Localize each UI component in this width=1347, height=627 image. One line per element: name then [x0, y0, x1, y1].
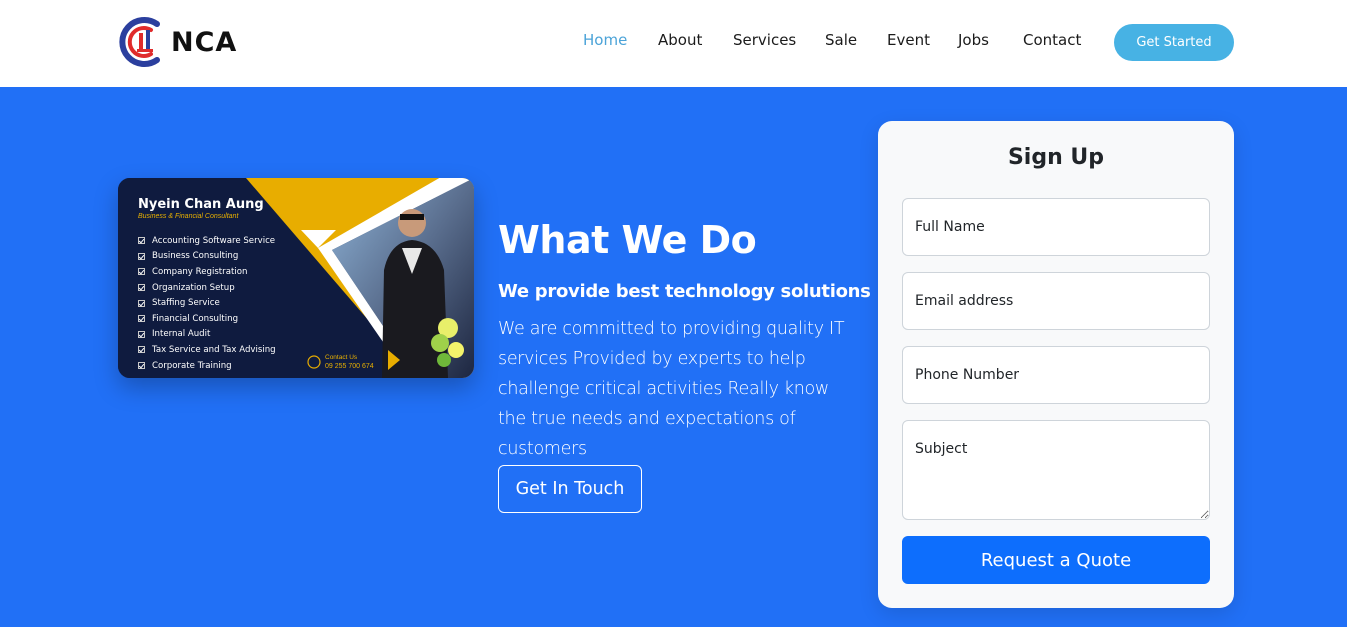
promo-services-list: Accounting Software Service Business Con… [138, 233, 276, 373]
promo-card-image: Nyein Chan Aung Business & Financial Con… [118, 178, 474, 378]
hero-body: We are committed to providing quality IT… [498, 319, 845, 459]
list-item: Financial Consulting [138, 311, 276, 327]
checkbox-icon [138, 252, 145, 260]
promo-name: Nyein Chan Aung [138, 197, 264, 212]
checkbox-icon [138, 237, 145, 245]
checkbox-icon [138, 362, 145, 370]
nav-about[interactable]: About [658, 31, 702, 49]
list-item: Corporate Training [138, 358, 276, 374]
list-item: Accounting Software Service [138, 233, 276, 249]
nav-event[interactable]: Event [887, 31, 930, 49]
signup-title: Sign Up [1007, 145, 1105, 170]
request-quote-button[interactable]: Request a Quote [902, 536, 1210, 584]
phone-field[interactable] [902, 346, 1210, 404]
email-field[interactable] [902, 272, 1210, 330]
site-header: NCA Home About Services Sale Event Jobs … [0, 0, 1347, 87]
list-item: Organization Setup [138, 280, 276, 296]
checkbox-icon [138, 330, 145, 338]
get-started-button[interactable]: Get Started [1114, 24, 1234, 61]
nav-jobs[interactable]: Jobs [958, 31, 989, 49]
signup-form: Sign Up Request a Quote [878, 121, 1234, 608]
promo-role: Business & Financial Consultant [138, 213, 239, 220]
checkbox-icon [138, 346, 145, 354]
checkbox-icon [138, 268, 145, 276]
list-item: Business Consulting [138, 249, 276, 265]
hero-title: What We Do [498, 218, 757, 262]
list-item: Tax Service and Tax Advising [138, 342, 276, 358]
full-name-field[interactable] [902, 198, 1210, 256]
hero-subtitle: We provide best technology solutions [498, 281, 871, 302]
checkbox-icon [138, 315, 145, 323]
checkbox-icon [138, 284, 145, 292]
checkbox-icon [138, 299, 145, 307]
promo-phone: 09 255 700 674 [325, 363, 374, 370]
get-in-touch-button[interactable]: Get In Touch [498, 465, 642, 513]
logo-mark-icon [117, 16, 165, 68]
list-item: Company Registration [138, 264, 276, 280]
nav-home[interactable]: Home [583, 31, 627, 49]
list-item: Staffing Service [138, 295, 276, 311]
nav-sale[interactable]: Sale [825, 31, 857, 49]
subject-field[interactable] [902, 420, 1210, 520]
nav-services[interactable]: Services [733, 31, 796, 49]
promo-contact-label: Contact Us [325, 354, 358, 361]
logo-text: NCA [171, 26, 238, 58]
list-item: Internal Audit [138, 327, 276, 343]
logo[interactable]: NCA [117, 16, 237, 68]
nav-contact[interactable]: Contact [1023, 31, 1081, 49]
